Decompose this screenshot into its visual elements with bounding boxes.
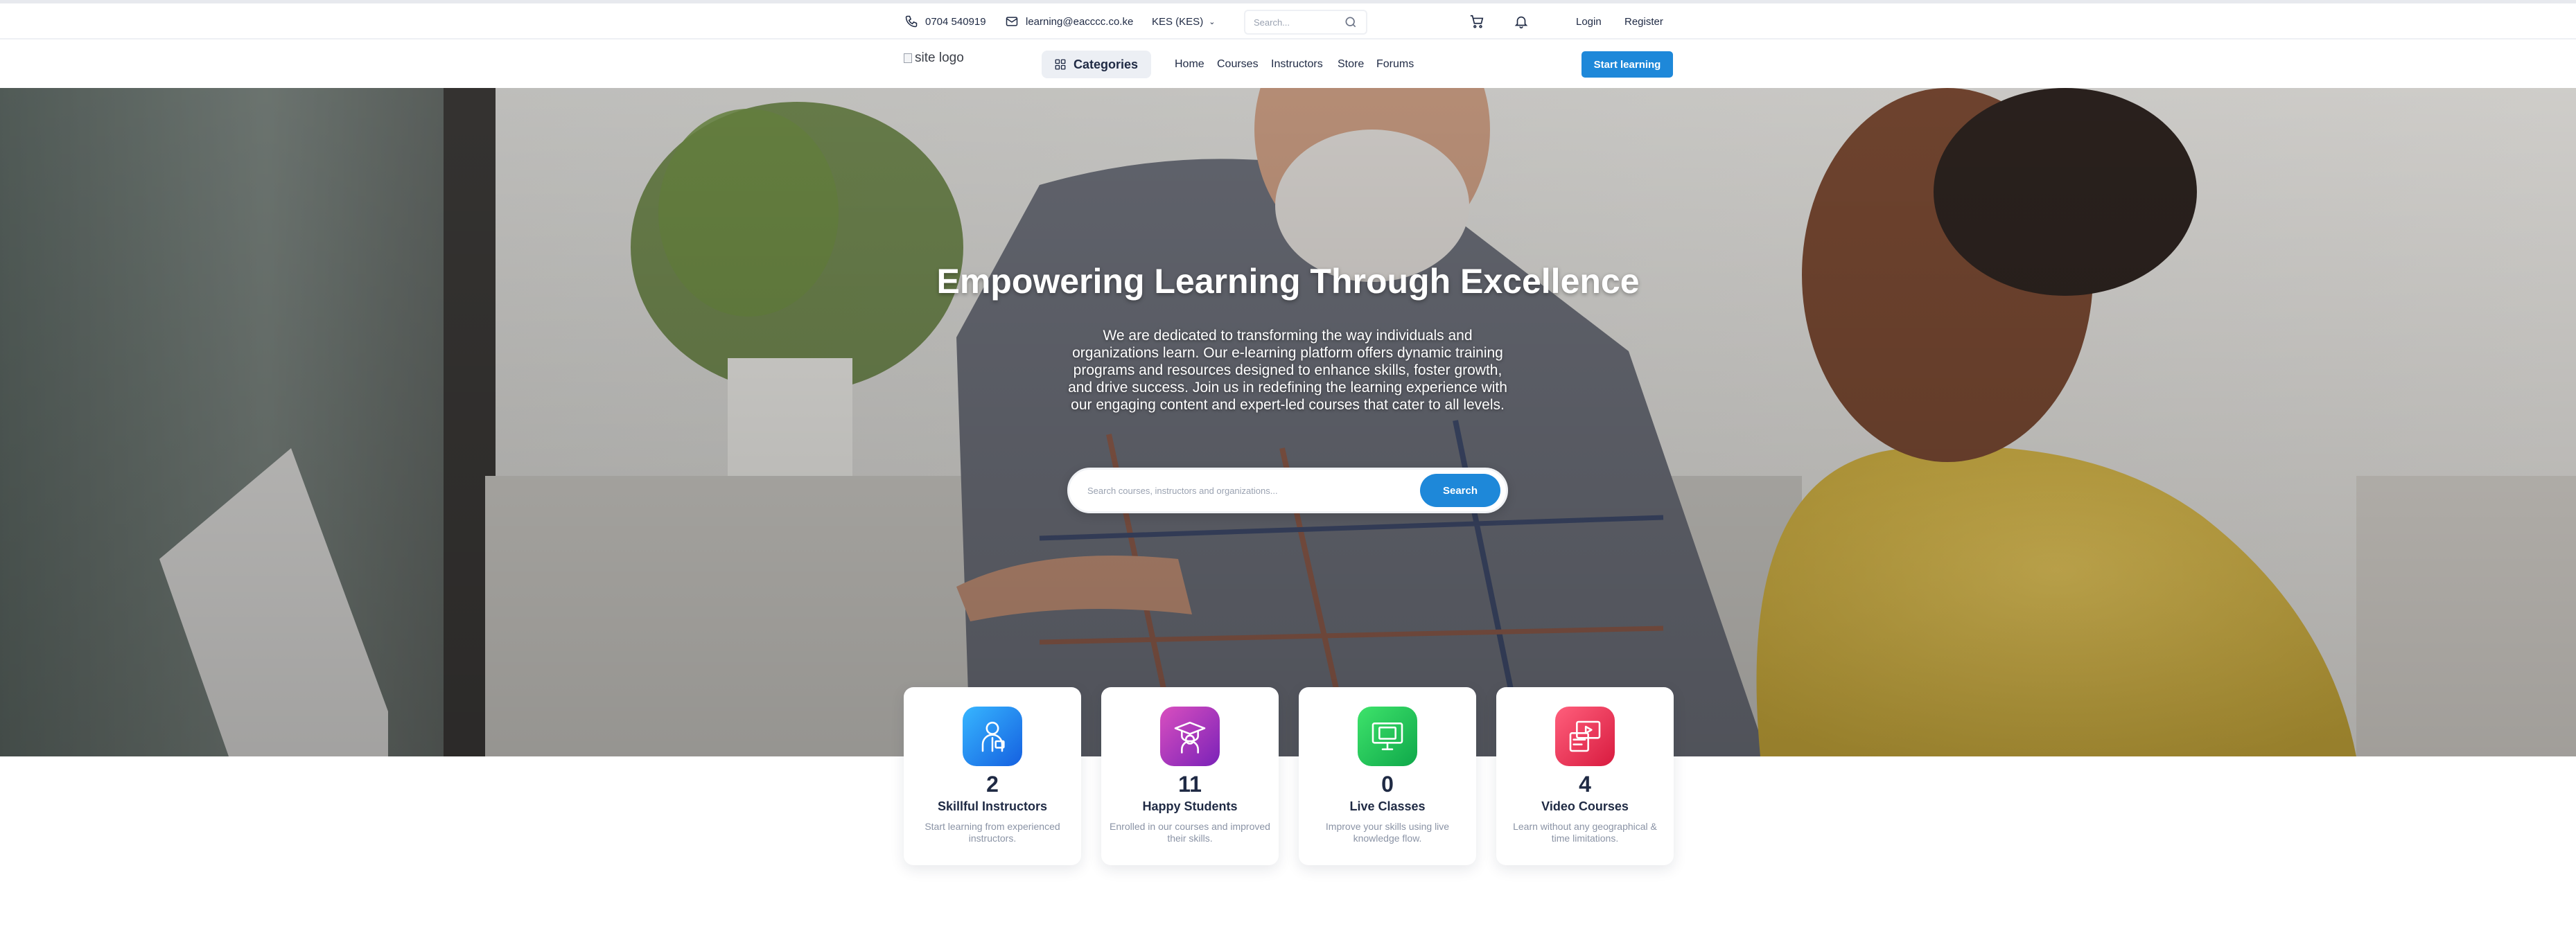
categories-label: Categories (1074, 57, 1139, 71)
stat-description: Start learning from experienced instruct… (925, 821, 1060, 844)
graduate-icon (1160, 707, 1220, 766)
categories-button[interactable]: Categories (1042, 51, 1151, 78)
stat-value: 0 (1381, 772, 1394, 797)
stat-label: Happy Students (1142, 799, 1238, 813)
nav-store[interactable]: Store (1338, 51, 1364, 78)
search-icon[interactable] (1344, 15, 1358, 29)
currency-value: KES (KES) (1152, 15, 1204, 28)
site-logo[interactable]: site logo (904, 51, 964, 66)
register-link[interactable]: Register (1624, 3, 1663, 39)
header-search-placeholder: Search... (1254, 17, 1290, 28)
nav-home[interactable]: Home (1175, 51, 1204, 78)
nav-forums[interactable]: Forums (1376, 51, 1414, 78)
nav-instructors[interactable]: Instructors (1271, 51, 1323, 78)
top-bar: 0704 540919 learning@eacccc.co.ke KES (K… (0, 3, 2576, 39)
chevron-down-icon: ⌄ (1209, 17, 1216, 26)
hero-search-bar[interactable]: Search courses, instructors and organiza… (1067, 468, 1508, 513)
phone-icon (905, 15, 918, 28)
header-search-input[interactable]: Search... (1244, 10, 1367, 35)
hero-search-input[interactable]: Search courses, instructors and organiza… (1087, 470, 1278, 511)
notifications-button[interactable] (1514, 3, 1529, 39)
stat-card-instructors: 2 Skillful Instructors Start learning fr… (904, 687, 1081, 865)
stat-label: Live Classes (1349, 799, 1426, 813)
stat-card-video-courses: 4 Video Courses Learn without any geogra… (1496, 687, 1674, 865)
hero-description: We are dedicated to transforming the way… (1068, 328, 1507, 413)
cart-icon (1470, 15, 1484, 28)
main-nav: site logo Categories Home Courses Instru… (0, 41, 2576, 88)
currency-selector[interactable]: KES (KES) ⌄ (1152, 3, 1215, 39)
logo-alt-text: site logo (915, 51, 964, 65)
phone-contact[interactable]: 0704 540919 (904, 3, 986, 39)
cart-button[interactable] (1469, 3, 1484, 39)
hero-search-button[interactable]: Search (1420, 474, 1500, 507)
hero-title: Empowering Learning Through Excellence (936, 262, 1640, 301)
stat-description: Learn without any geographical & time li… (1513, 821, 1657, 844)
nav-courses[interactable]: Courses (1217, 51, 1259, 78)
instructor-icon (963, 707, 1022, 766)
phone-number: 0704 540919 (925, 15, 986, 28)
stat-card-live-classes: 0 Live Classes Improve your skills using… (1299, 687, 1476, 865)
hero-background-image (0, 88, 2576, 756)
stat-value: 11 (1178, 772, 1202, 797)
video-course-icon (1555, 707, 1615, 766)
grid-icon (1055, 59, 1066, 70)
bell-icon (1514, 16, 1528, 28)
login-link[interactable]: Login (1576, 3, 1602, 39)
stat-card-students: 11 Happy Students Enrolled in our course… (1101, 687, 1279, 865)
stat-description: Improve your skills using live knowledge… (1325, 821, 1450, 844)
mail-icon (1006, 17, 1018, 26)
stat-label: Video Courses (1541, 799, 1629, 813)
broken-image-icon (904, 53, 912, 63)
stat-value: 4 (1579, 772, 1591, 797)
stat-label: Skillful Instructors (937, 799, 1048, 813)
live-class-icon (1358, 707, 1417, 766)
stat-value: 2 (986, 772, 999, 797)
email-address: learning@eacccc.co.ke (1026, 15, 1134, 28)
start-learning-button[interactable]: Start learning (1581, 51, 1673, 78)
stat-description: Enrolled in our courses and improved the… (1110, 821, 1270, 844)
email-contact[interactable]: learning@eacccc.co.ke (1005, 3, 1133, 39)
hero-section: Empowering Learning Through Excellence W… (0, 88, 2576, 756)
